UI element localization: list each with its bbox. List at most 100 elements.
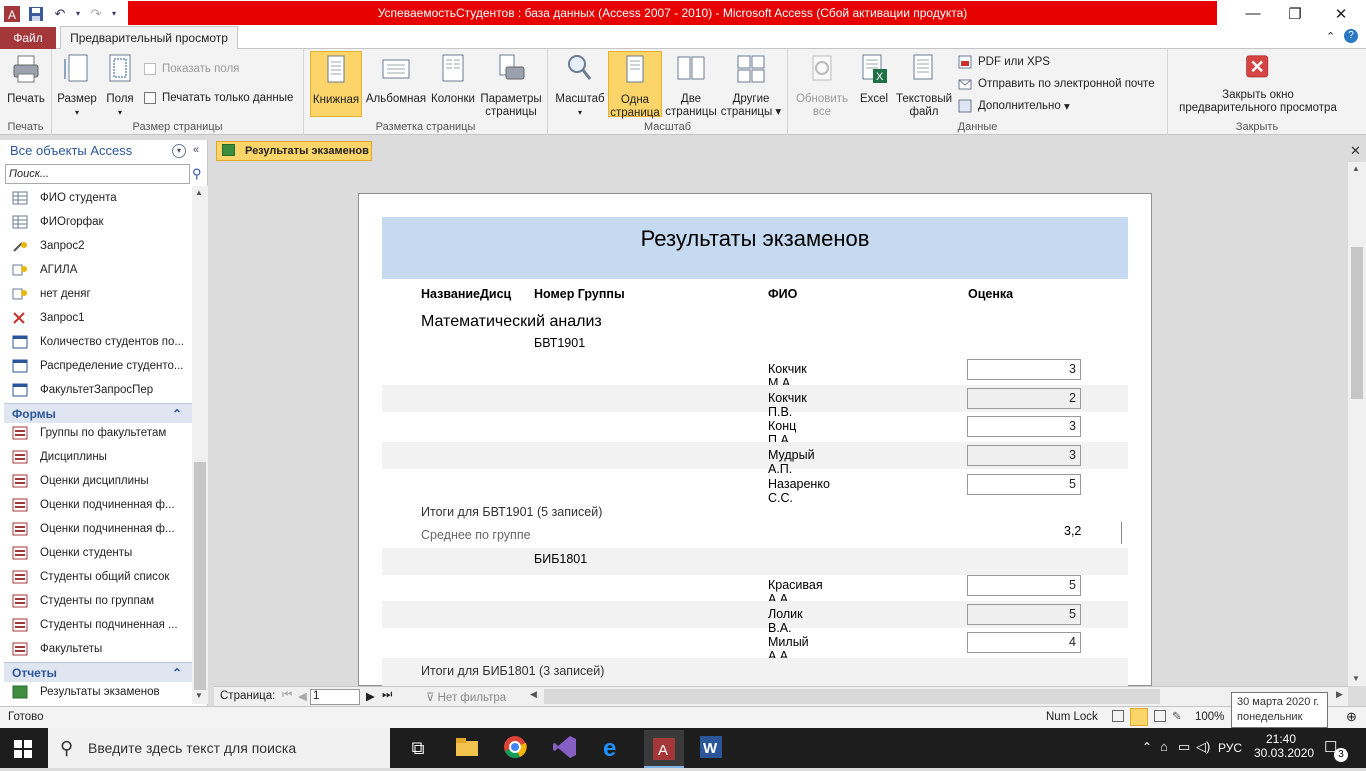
nav-item-label: Группы по факультетам [40,427,167,439]
access-logo-icon[interactable]: A [2,4,22,24]
more-export-button[interactable]: Дополнительно ▾ [958,99,1070,113]
nav-query-item[interactable]: ФИОгорфак [12,210,192,234]
task-view-icon[interactable]: ⧉ [404,734,432,762]
nav-query-item[interactable]: Количество студентов по... [12,330,192,354]
nav-scrollbar[interactable]: ▲ ▼ [192,186,208,704]
nav-report-item[interactable]: Результаты экзаменов [12,680,192,704]
no-filter-button[interactable]: ⊽ Нет фильтра [426,690,506,704]
visual-studio-icon[interactable] [552,734,580,762]
taskbar-search-input[interactable]: Введите здесь текст для поиска [48,728,390,768]
battery-icon[interactable]: ▭ [1178,739,1190,755]
group-data: Обновить все X Excel Текстовый файл PDF ил… [788,49,1168,135]
close-preview-button[interactable]: Закрыть окно предварительного просмотра [1172,55,1344,115]
columns-button[interactable]: Колонки [428,53,478,106]
redo-dropdown-icon[interactable]: ▾ [110,4,118,24]
two-pages-button[interactable]: Две страницы [664,53,718,119]
nav-search-input[interactable]: Поиск... [5,164,190,184]
save-icon[interactable] [26,4,46,24]
size-button[interactable]: Размер ▾ [56,53,98,119]
edge-icon[interactable]: e [600,734,628,762]
export-excel-button[interactable]: X Excel [854,53,894,106]
nav-query-item[interactable]: ФакультетЗапросПер [12,378,192,402]
nav-form-item[interactable]: Оценки дисциплины [12,469,192,493]
nav-menu-chevron-icon[interactable]: ▾ [172,144,186,158]
document-tab[interactable]: Результаты экзаменов [216,141,372,161]
group-label-data: Данные [957,121,998,133]
scroll-left-icon[interactable]: ◀ [530,689,537,700]
undo-dropdown-icon[interactable]: ▾ [74,4,82,24]
show-margins-checkbox[interactable]: Показать поля [144,63,239,75]
view-design-icon[interactable]: ✎ [1172,709,1182,723]
next-page-icon[interactable]: ▶ [366,689,375,703]
view-layout-icon[interactable] [1154,710,1166,722]
search-icon[interactable]: ⚲ [192,166,202,182]
minimize-button[interactable]: — [1230,0,1276,27]
last-page-icon[interactable]: ⏭ [382,689,392,702]
refresh-all-button[interactable]: Обновить все [792,53,852,119]
more-pages-button[interactable]: Другие страницы ▾ [720,53,782,119]
nav-form-item[interactable]: Факультеты [12,637,192,661]
nav-pane-header[interactable]: Все объекты Access [4,141,190,161]
portrait-button[interactable]: Книжная [310,51,362,117]
nav-query-item[interactable]: Запрос1 [12,306,192,330]
export-text-button[interactable]: Текстовый файл [894,53,954,119]
language-indicator[interactable]: РУС [1218,741,1242,755]
nav-form-item[interactable]: Студенты общий список [12,565,192,589]
undo-icon[interactable]: ↶ [50,4,70,24]
nav-item-label: Количество студентов по... [40,336,184,348]
zoom-in-icon[interactable]: ⊕ [1346,709,1357,725]
help-icon[interactable]: ? [1344,29,1358,43]
status-ready: Готово [8,711,44,723]
nav-form-item[interactable]: Оценки студенты [12,541,192,565]
print-data-only-checkbox[interactable]: Печатать только данные [144,92,293,104]
view-print-preview-icon[interactable] [1130,708,1148,726]
tab-print-preview[interactable]: Предварительный просмотр [60,26,238,50]
nav-form-item[interactable]: Студенты по группам [12,589,192,613]
file-explorer-icon[interactable] [454,734,482,762]
margins-button[interactable]: Поля ▾ [100,53,140,119]
nav-query-item[interactable]: ФИО студента [12,186,192,210]
nav-query-item[interactable]: Запрос2 [12,234,192,258]
show-hidden-icons[interactable]: ⌃ [1142,740,1152,754]
prev-page-icon[interactable]: ◀ [298,689,307,703]
nav-form-item[interactable]: Студенты подчиненная ... [12,613,192,637]
margins-icon [109,54,131,82]
student-fio: Кокчик П.В. [768,390,807,419]
zoom-button[interactable]: Масштаб ▾ [552,53,608,119]
landscape-button[interactable]: Альбомная [364,53,428,106]
scroll-right-icon[interactable]: ▶ [1336,689,1343,700]
horizontal-scroll-thumb[interactable] [544,689,1160,704]
nav-collapse-icon[interactable]: « [193,144,199,156]
tab-file[interactable]: Файл [0,27,56,49]
minimize-ribbon-icon[interactable]: ⌃ [1326,30,1335,43]
email-button[interactable]: Отправить по электронной почте [958,77,1155,91]
clock[interactable]: 21:40 30.03.2020 [1254,732,1314,760]
network-icon[interactable]: ⌂ [1160,739,1168,754]
preview-vertical-scrollbar[interactable]: ▲ ▼ [1348,162,1366,686]
nav-form-item[interactable]: Оценки подчиненная ф... [12,517,192,541]
print-button[interactable]: Печать [3,53,49,106]
redo-icon[interactable]: ↷ [86,4,106,24]
word-icon[interactable]: W [698,734,726,762]
chrome-icon[interactable] [502,734,530,762]
close-document-icon[interactable]: ✕ [1350,143,1361,159]
one-page-button[interactable]: Одна страница [608,51,662,119]
nav-query-item[interactable]: нет деняг [12,282,192,306]
nav-query-item[interactable]: АГИЛА [12,258,192,282]
view-report-icon[interactable] [1112,710,1124,722]
nav-section-reports[interactable]: Отчеты ⌃ [4,662,192,682]
page-setup-button[interactable]: Параметры страницы [478,53,544,119]
pdf-xps-button[interactable]: PDF или XPS [958,55,1050,69]
windows-start-icon[interactable] [14,740,32,761]
restore-button[interactable]: ❐ [1272,0,1318,27]
first-page-icon[interactable]: ⏮ [282,689,292,702]
page-number-input[interactable]: 1 [310,689,360,705]
volume-icon[interactable]: ◁) [1196,739,1210,755]
nav-form-item[interactable]: Дисциплины [12,445,192,469]
nav-form-item[interactable]: Группы по факультетам [12,421,192,445]
nav-section-forms[interactable]: Формы ⌃ [4,403,192,423]
close-window-button[interactable]: ✕ [1318,0,1364,27]
nav-query-item[interactable]: Распределение студенто... [12,354,192,378]
access-taskbar-icon[interactable]: A [644,730,684,768]
nav-form-item[interactable]: Оценки подчиненная ф... [12,493,192,517]
